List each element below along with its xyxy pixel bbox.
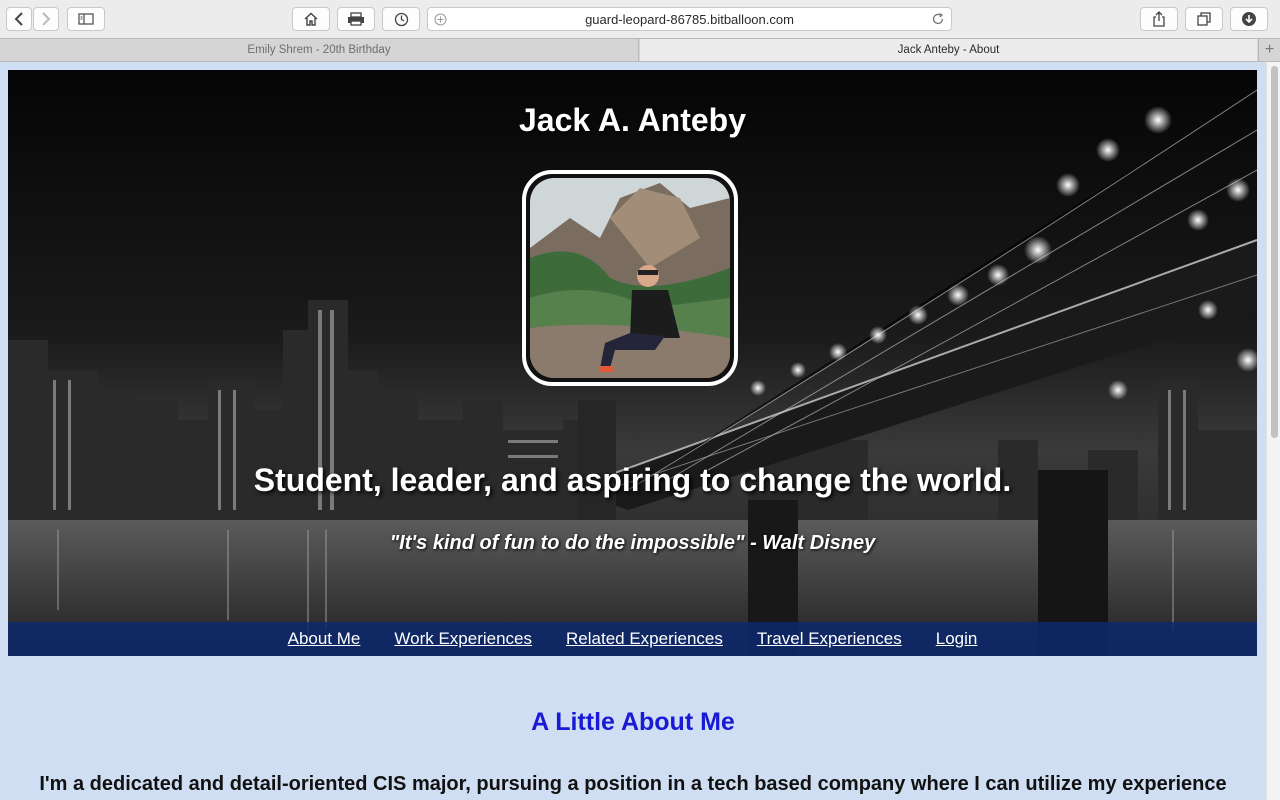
tab-emily-shrem[interactable]: Emily Shrem - 20th Birthday: [0, 39, 639, 61]
reload-icon[interactable]: [931, 12, 945, 31]
back-button[interactable]: [6, 7, 32, 31]
about-paragraph: I'm a dedicated and detail-oriented CIS …: [39, 773, 1227, 795]
clock-icon: [394, 12, 408, 26]
page-scrollbar[interactable]: [1266, 62, 1280, 800]
hero-tagline: Student, leader, and aspiring to change …: [253, 462, 1012, 498]
profile-photo-frame: [522, 170, 738, 386]
hero-quote: "It's kind of fun to do the impossible" …: [389, 532, 876, 554]
main-nav: About Me Work Experiences Related Experi…: [8, 622, 1257, 656]
nav-about-me[interactable]: About Me: [288, 629, 361, 649]
forward-button[interactable]: [33, 7, 59, 31]
share-icon: [1153, 11, 1165, 27]
history-button[interactable]: [382, 7, 420, 31]
share-button[interactable]: [1140, 7, 1178, 31]
chevron-left-icon: [14, 12, 23, 26]
nav-related-experiences[interactable]: Related Experiences: [566, 629, 723, 649]
nav-work-experiences[interactable]: Work Experiences: [394, 629, 532, 649]
address-bar[interactable]: guard-leopard-86785.bitballoon.com: [427, 7, 952, 31]
tab-overview-button[interactable]: [1185, 7, 1223, 31]
tabs-icon: [1197, 12, 1211, 26]
hero-banner: Jack A. Anteby Student, leader, and aspi…: [8, 70, 1257, 656]
web-page: Jack A. Anteby Student, leader, and aspi…: [0, 62, 1266, 800]
browser-toolbar: guard-leopard-86785.bitballoon.com: [0, 0, 1280, 38]
site-title: Jack A. Anteby: [518, 102, 747, 138]
tab-jack-anteby[interactable]: Jack Anteby - About: [640, 39, 1257, 61]
nav-travel-experiences[interactable]: Travel Experiences: [757, 629, 902, 649]
nav-login[interactable]: Login: [936, 629, 978, 649]
scrollbar-thumb[interactable]: [1271, 66, 1278, 438]
download-icon: [1242, 12, 1256, 26]
sidebar-icon: [78, 13, 94, 25]
new-tab-button[interactable]: +: [1258, 39, 1280, 61]
sidebar-button[interactable]: [67, 7, 105, 31]
home-button[interactable]: [292, 7, 330, 31]
print-button[interactable]: [337, 7, 375, 31]
url-text: guard-leopard-86785.bitballoon.com: [585, 12, 794, 27]
profile-photo: [530, 178, 730, 378]
printer-icon: [348, 12, 364, 26]
home-icon: [304, 12, 318, 26]
downloads-button[interactable]: [1230, 7, 1268, 31]
chevron-right-icon: [42, 12, 51, 26]
tab-bar: Emily Shrem - 20th Birthday Jack Anteby …: [0, 38, 1280, 62]
about-heading: A Little About Me: [531, 708, 735, 736]
